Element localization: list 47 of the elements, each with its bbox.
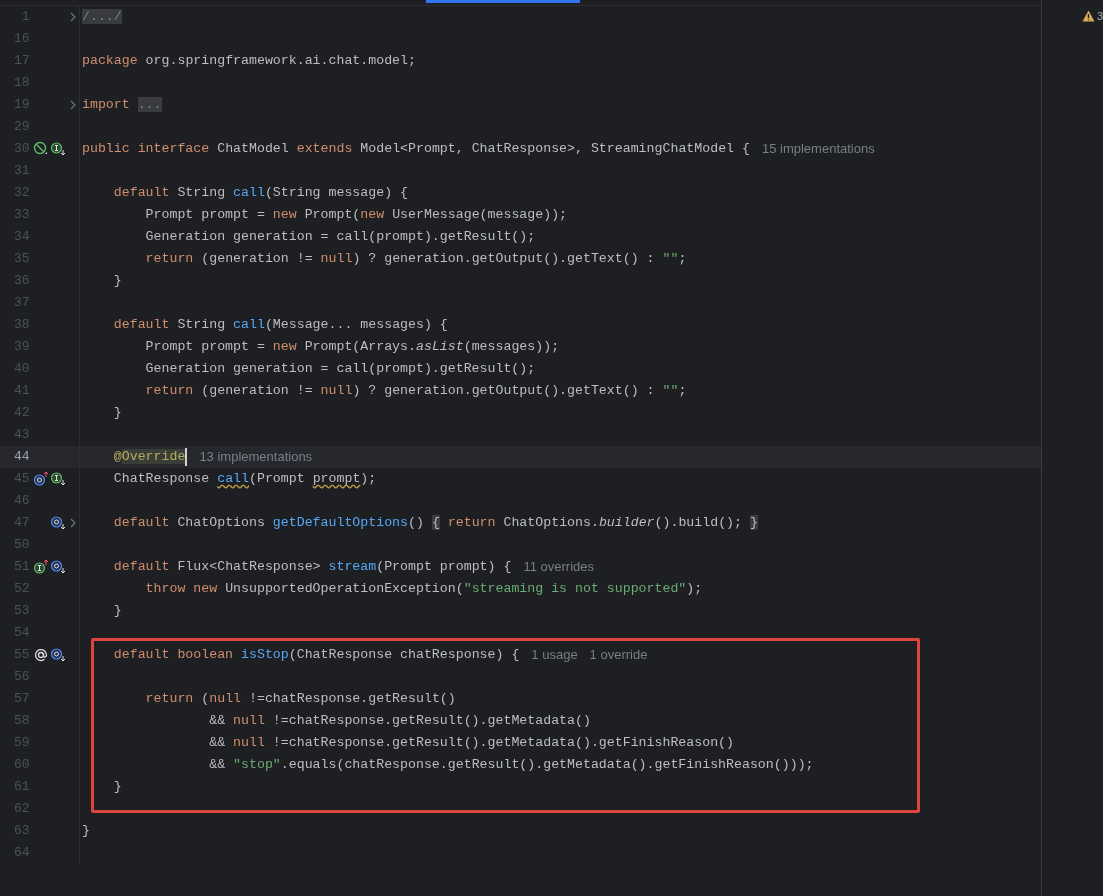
code-line: @Override	[112, 448, 186, 466]
code-line: && "stop".equals(chatResponse.getResult().getMetadata().getFinishReason()));	[208, 756, 814, 774]
chevron-right-icon[interactable]	[69, 100, 76, 110]
code-line: }	[112, 602, 122, 620]
code-line: import ...	[82, 96, 162, 114]
inlay-hint[interactable]: 1 usage	[531, 645, 578, 665]
interface-up-arrow-icon[interactable]	[33, 559, 50, 575]
code-line: package org.springframework.ai.chat.model;	[82, 52, 416, 70]
method-down-arrow-icon[interactable]	[50, 647, 67, 663]
at-sign-icon[interactable]	[33, 647, 50, 663]
slashed-circle-icon[interactable]	[33, 141, 50, 157]
method-down-arrow-icon[interactable]	[50, 559, 67, 575]
chevron-right-icon[interactable]	[69, 518, 76, 528]
code-line: Prompt prompt = new Prompt(new UserMessage(message));	[144, 206, 568, 224]
code-line: return (null !=chatResponse.getResult()	[144, 690, 456, 708]
warning-count: 3	[1096, 10, 1103, 22]
code-line: }	[82, 822, 90, 840]
interface-down-arrow-icon[interactable]	[50, 141, 67, 157]
code-line: ChatResponse call(Prompt prompt);	[112, 470, 377, 488]
code-line: }	[112, 272, 122, 290]
inlay-hint[interactable]: 15 implementations	[761, 139, 875, 159]
inlay-hint[interactable]: 11 overrides	[523, 557, 594, 577]
code-line: Generation generation = call(prompt).getResult();	[144, 360, 536, 378]
code-line: return (generation != null) ? generation.getOutput().getText() : "";	[144, 382, 687, 400]
code-line: default String call(String message) {	[112, 184, 409, 202]
code-line: default ChatOptions getDefaultOptions() { return ChatOptions.builder().build(); }	[112, 514, 758, 532]
code-line: }	[112, 778, 122, 796]
method-down-arrow-icon[interactable]	[50, 515, 67, 531]
code-line: default String call(Message... messages) {	[112, 316, 448, 334]
code-line: }	[112, 404, 122, 422]
code-line: throw new UnsupportedOperationException("streaming is not supported");	[144, 580, 703, 598]
code-line: return (generation != null) ? generation.getOutput().getText() : "";	[144, 250, 687, 268]
inlay-hint[interactable]: 13 implementations	[199, 447, 313, 467]
text-caret	[185, 448, 188, 466]
code-line: default Flux<ChatResponse> stream(Prompt prompt) {	[112, 558, 512, 576]
interface-down-arrow-icon[interactable]	[50, 471, 67, 487]
code-line: && null !=chatResponse.getResult().getMetadata().getFinishReason()	[208, 734, 735, 752]
inlay-hint[interactable]: 1 override	[589, 645, 648, 665]
line-number: 44	[13, 448, 30, 467]
code-line: Prompt prompt = new Prompt(Arrays.asList(messages));	[144, 338, 560, 356]
chevron-right-icon[interactable]	[69, 12, 76, 22]
override-up-arrow-icon[interactable]	[33, 471, 50, 487]
code-line: Generation generation = call(prompt).getResult();	[144, 228, 536, 246]
code-line: public interface ChatModel extends Model<Prompt, ChatResponse>, StreamingChatModel {	[82, 140, 750, 158]
warning-icon[interactable]	[1081, 10, 1095, 22]
code-line: && null !=chatResponse.getResult().getMetadata()	[208, 712, 591, 730]
code-line: default boolean isStop(ChatResponse chatResponse) {	[112, 646, 520, 664]
